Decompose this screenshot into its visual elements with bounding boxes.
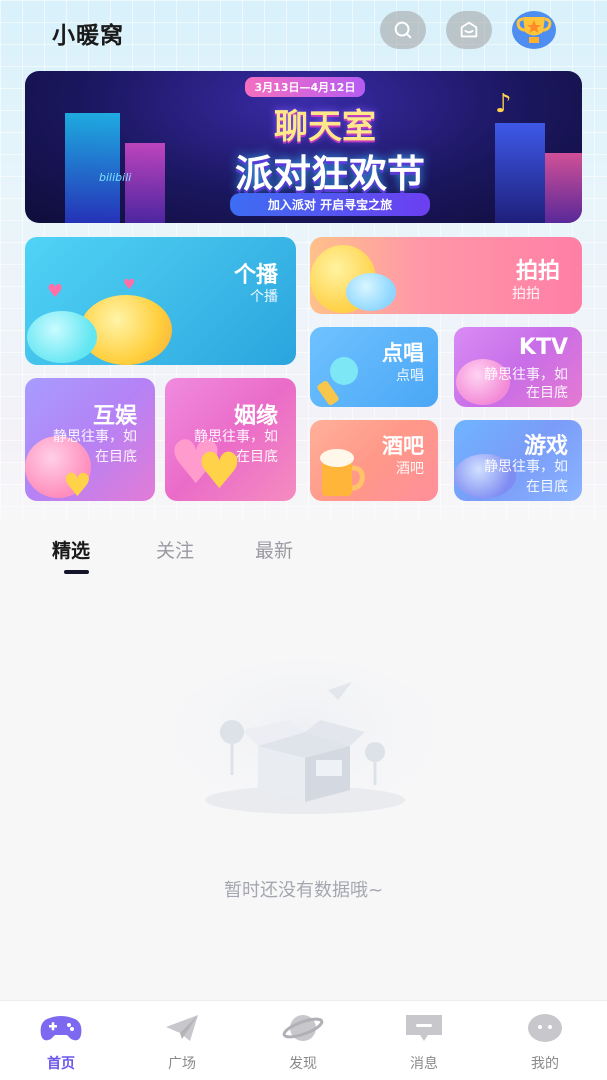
card-title: 姻缘: [233, 404, 278, 429]
nav-square[interactable]: 广场: [137, 1013, 227, 1073]
card-title: 游戏: [523, 434, 568, 459]
banner-building-right: [495, 123, 545, 223]
card-title: 点唱: [382, 341, 424, 365]
card-desc-line1: 静思往事，如: [194, 429, 278, 445]
card-subtitle: 酒吧: [396, 461, 424, 477]
nav-label: 发现: [289, 1056, 317, 1072]
card-title: 酒吧: [382, 434, 424, 458]
banner-subtitle: 加入派对 开启寻宝之旅: [230, 193, 430, 216]
app-title: 小暖窝: [52, 23, 124, 49]
emoji-blob-icon: [346, 273, 396, 311]
nav-label: 我的: [531, 1056, 559, 1072]
category-card-huyu[interactable]: ♥ 互娱 静思往事，如 在目底: [25, 378, 155, 501]
category-card-yinyuan[interactable]: ♥ ♥ 姻缘 静思往事，如 在目底: [165, 378, 296, 501]
card-subtitle: 点唱: [396, 368, 424, 384]
home-box-icon: [460, 21, 478, 38]
tab-active-indicator: [64, 570, 89, 574]
card-title: 拍拍: [515, 259, 560, 284]
gamepad-icon: [40, 1016, 82, 1041]
paper-plane-icon: [166, 1015, 198, 1041]
category-card-youxi[interactable]: 游戏 静思往事，如 在目底: [454, 420, 582, 501]
category-card-ktv[interactable]: KTV 静思往事，如 在目底: [454, 327, 582, 407]
category-card-dianchang[interactable]: 点唱 点唱: [310, 327, 438, 407]
header: 小暖窝: [0, 0, 607, 62]
nav-home[interactable]: 首页: [16, 1013, 106, 1073]
card-subtitle: 拍拍: [512, 286, 540, 302]
event-banner[interactable]: bilibili 3月13日—4月12日 聊天室 派对狂欢节 加入派对 开启寻宝…: [25, 71, 582, 223]
card-desc-line2: 在目底: [236, 449, 278, 465]
banner-building-right2: [545, 153, 582, 223]
banner-logo: bilibili: [99, 171, 132, 184]
banner-title-line1: 聊天室: [274, 107, 376, 147]
card-desc-line1: 静思往事，如: [484, 367, 568, 383]
empty-state-message: 暂时还没有数据哦~: [223, 880, 384, 901]
tab-following[interactable]: 关注: [156, 536, 194, 563]
card-title: 互娱: [92, 404, 137, 429]
card-desc-line1: 静思往事，如: [53, 429, 137, 445]
tab-latest[interactable]: 最新: [255, 536, 293, 563]
nav-discover[interactable]: 发现: [258, 1013, 348, 1073]
trophy-icon: [512, 11, 556, 49]
heart-icon: ♥: [47, 281, 64, 302]
category-card-paipai[interactable]: 拍拍 拍拍: [310, 237, 582, 314]
beer-mug-icon: [316, 442, 366, 500]
nav-messages[interactable]: 消息: [379, 1013, 469, 1073]
empty-box-illustration: [160, 660, 450, 830]
nav-profile[interactable]: 我的: [500, 1013, 590, 1073]
profile-face-icon: [528, 1014, 562, 1042]
tab-featured[interactable]: 精选: [52, 536, 90, 563]
nav-label: 广场: [168, 1056, 196, 1072]
search-button[interactable]: [380, 11, 426, 49]
trophy-button[interactable]: [510, 8, 558, 52]
card-title: 个播: [233, 263, 278, 288]
heart-icon: ♥: [63, 466, 92, 501]
microphone-icon: [314, 355, 360, 407]
planet-icon: [282, 1015, 324, 1041]
card-desc-line2: 在目底: [526, 479, 568, 495]
nav-label: 消息: [410, 1056, 438, 1072]
card-desc-line2: 在目底: [526, 385, 568, 401]
category-card-gebo[interactable]: ♥ ♥ 个播 个播: [25, 237, 296, 365]
banner-date: 3月13日—4月12日: [245, 77, 365, 97]
feed-tabs: 精选 关注 最新: [0, 530, 607, 580]
message-icon: [406, 1015, 442, 1041]
room-button[interactable]: [446, 11, 492, 49]
bottom-nav: 首页 广场 发现 消息 我的: [0, 1000, 607, 1080]
search-icon: [394, 21, 412, 39]
card-subtitle: 个播: [250, 289, 278, 305]
music-note-icon: ♪: [495, 89, 512, 119]
banner-title-line2: 派对狂欢节: [234, 152, 425, 196]
card-desc-line1: 静思往事，如: [484, 459, 568, 475]
banner-building-left: [65, 113, 120, 223]
heart-icon: ♥: [123, 277, 136, 293]
emoji-blob-icon: [27, 311, 97, 363]
card-title: KTV: [518, 335, 568, 360]
category-card-jiuba[interactable]: 酒吧 酒吧: [310, 420, 438, 501]
card-desc-line2: 在目底: [95, 449, 137, 465]
nav-label: 首页: [47, 1056, 75, 1072]
